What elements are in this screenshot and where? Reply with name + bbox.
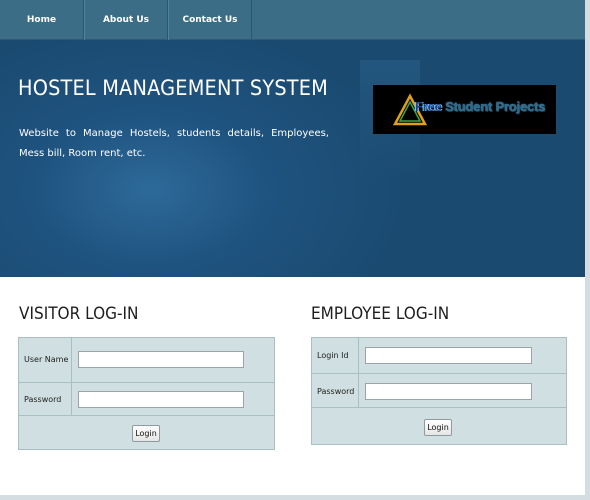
free-student-projects-logo[interactable]: Free Student Projects	[373, 85, 556, 134]
visitor-login-title: VISITOR LOG-IN	[19, 304, 139, 324]
employee-login-title: EMPLOYEE LOG-IN	[311, 304, 450, 324]
nav-about-us-label: About Us	[102, 15, 150, 25]
visitor-username-input[interactable]	[78, 351, 244, 368]
nav-home[interactable]: Home	[0, 0, 84, 40]
bottom-edge-strip	[0, 495, 590, 500]
employee-loginid-row: Login Id	[312, 338, 566, 374]
visitor-password-row: Password	[19, 383, 274, 416]
visitor-login-button[interactable]: Login	[132, 425, 160, 442]
main-content: VISITOR LOG-IN User Name Password Login …	[0, 277, 585, 495]
employee-password-row: Password	[312, 374, 566, 408]
nav-home-label: Home	[26, 15, 57, 25]
visitor-username-label: User Name	[24, 355, 69, 364]
visitor-password-label: Password	[24, 395, 62, 404]
employee-loginid-label: Login Id	[317, 351, 349, 360]
row-divider	[358, 338, 359, 373]
nav-about-us[interactable]: About Us	[84, 0, 168, 40]
employee-login-form: Login Id Password Login	[311, 337, 567, 445]
visitor-password-input[interactable]	[78, 391, 244, 408]
hero-banner: HOSTEL MANAGEMENT SYSTEM Website to Mana…	[0, 40, 585, 277]
row-divider	[358, 374, 359, 407]
employee-password-label: Password	[317, 387, 355, 396]
right-edge-strip	[585, 0, 590, 500]
page-title: HOSTEL MANAGEMENT SYSTEM	[18, 76, 329, 100]
employee-password-input[interactable]	[365, 383, 532, 400]
employee-loginid-input[interactable]	[365, 347, 532, 364]
site-description: Website to Manage Hostels, students deta…	[19, 128, 329, 159]
visitor-login-form: User Name Password Login	[18, 337, 275, 450]
employee-login-button[interactable]: Login	[424, 419, 452, 436]
logo-text-free: Free	[415, 99, 442, 114]
row-divider	[71, 338, 72, 382]
top-nav: Home About Us Contact Us	[0, 0, 585, 40]
visitor-username-row: User Name	[19, 338, 274, 383]
logo-text-student-projects: Student Projects	[441, 99, 546, 114]
row-divider	[71, 383, 72, 415]
nav-contact-us[interactable]: Contact Us	[168, 0, 252, 40]
logo-text: Free Student Projects	[415, 99, 545, 114]
nav-contact-us-label: Contact Us	[182, 15, 238, 25]
